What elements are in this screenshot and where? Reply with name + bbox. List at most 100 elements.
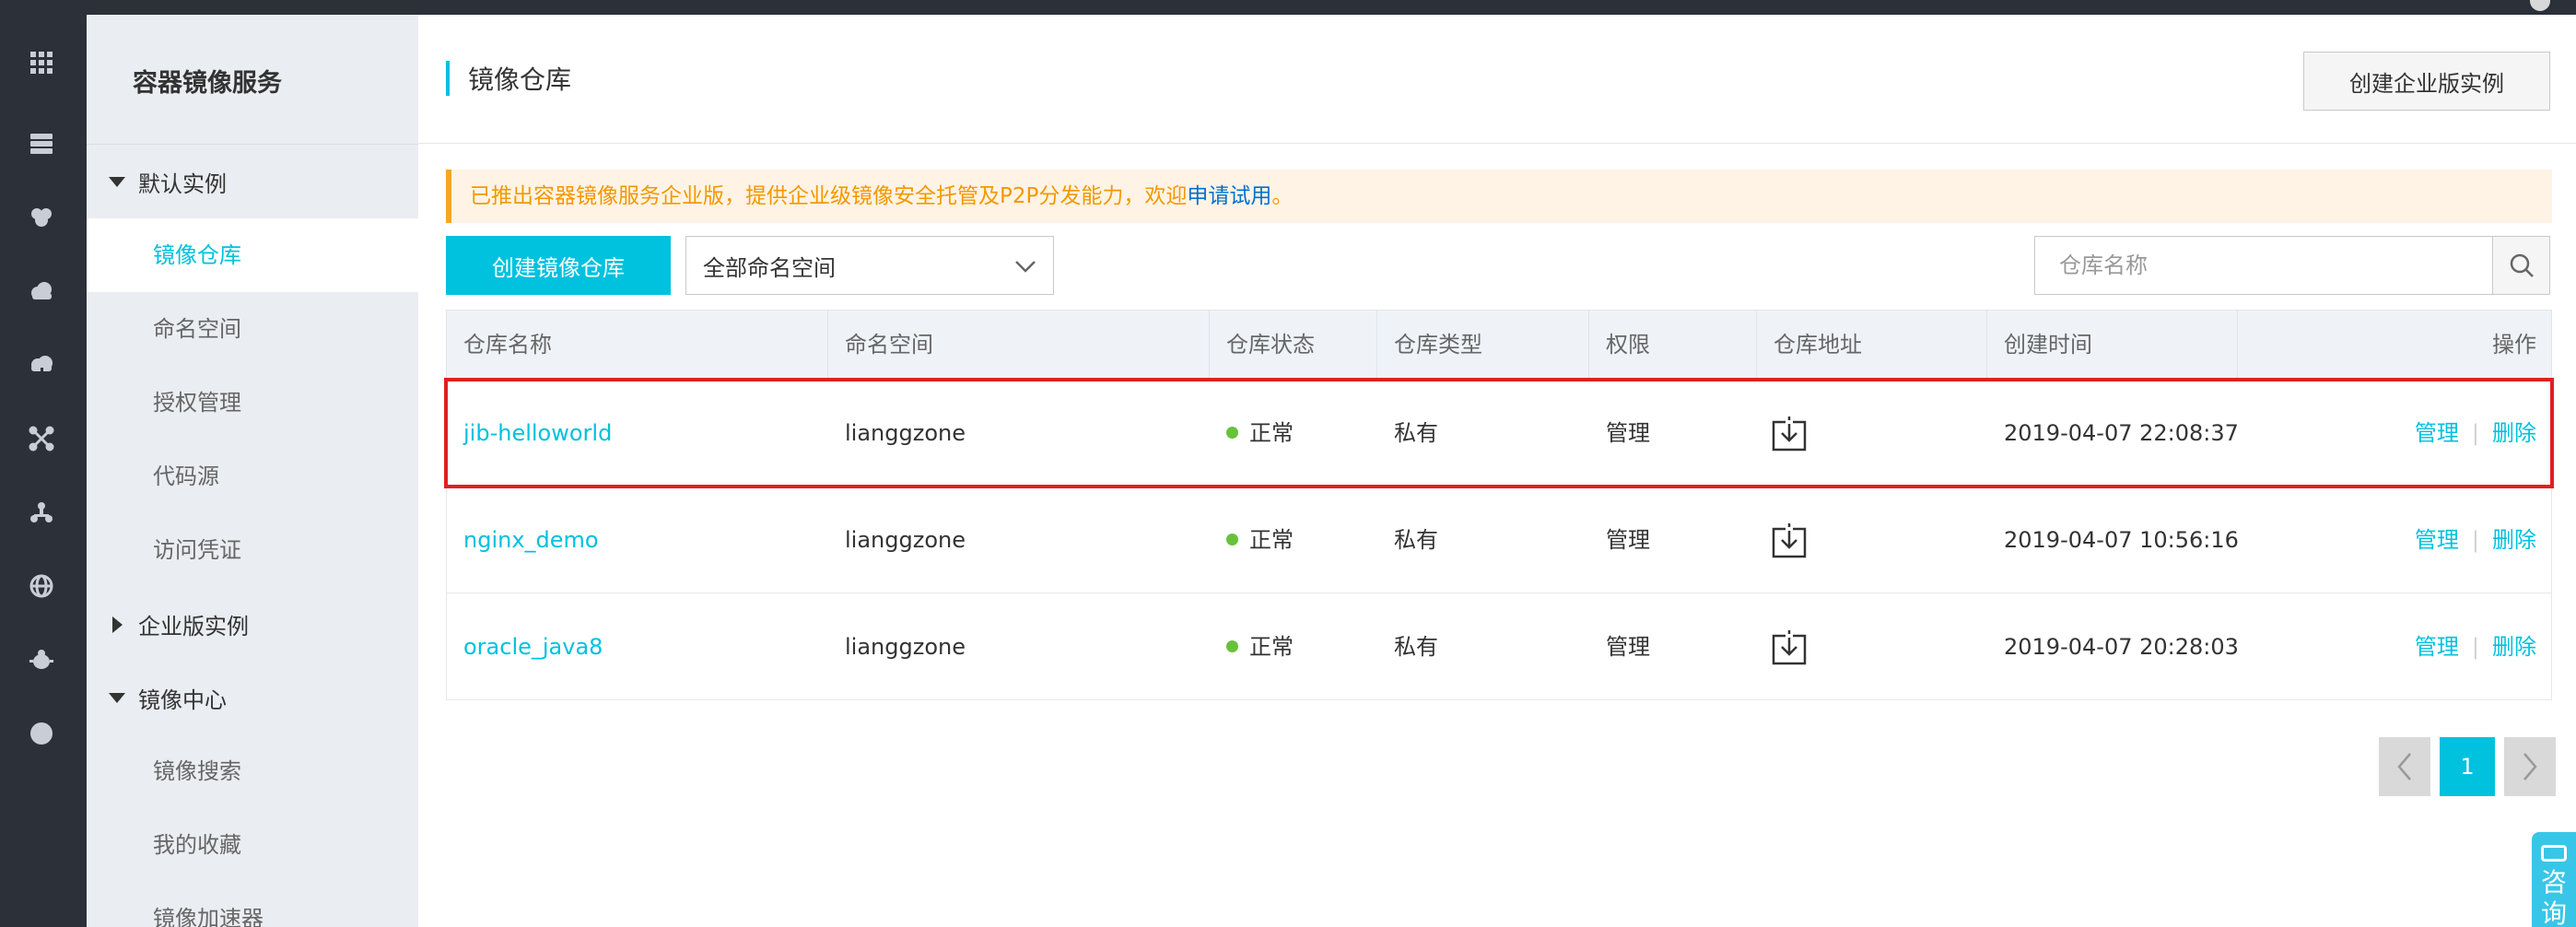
status-ok-dot [1226, 426, 1238, 439]
type-cell: 私有 [1394, 420, 1438, 446]
create-repository-button[interactable]: 创建镜像仓库 [446, 236, 671, 295]
status-ok-dot [1226, 533, 1238, 546]
sidebar-item-namespaces[interactable]: 命名空间 [87, 292, 418, 366]
page-header: 镜像仓库 创建企业版实例 [418, 15, 2576, 144]
globe-icon[interactable] [25, 569, 58, 603]
sidebar: 容器镜像服务 默认实例 镜像仓库 命名空间 授权管理 代码源 访问凭证 企业版实… [87, 15, 418, 927]
namespace-cell: lianggzone [845, 527, 966, 553]
apps-grid-icon[interactable] [25, 46, 58, 79]
create-enterprise-instance-button[interactable]: 创建企业版实例 [2303, 52, 2550, 111]
download-address-icon[interactable] [1772, 628, 1807, 665]
network-icon[interactable] [25, 422, 58, 455]
notice-text: 已推出容器镜像服务企业版，提供企业级镜像安全托管及P2P分发能力，欢迎 [470, 184, 1188, 208]
bug-icon[interactable] [25, 643, 58, 676]
notice-banner: 已推出容器镜像服务企业版，提供企业级镜像安全托管及P2P分发能力，欢迎申请试用。 [446, 170, 2552, 223]
download-address-icon[interactable] [1772, 522, 1807, 558]
repository-name-link[interactable]: oracle_java8 [447, 593, 603, 700]
permission-cell: 管理 [1606, 634, 1650, 660]
manage-link[interactable]: 管理 [2415, 634, 2459, 660]
repository-name-link[interactable]: jib-helloworld [447, 380, 612, 487]
server-icon[interactable] [25, 127, 58, 160]
repository-search [2034, 236, 2550, 295]
next-page-button[interactable] [2504, 737, 2556, 796]
status-cell: 正常 [1210, 593, 1294, 700]
status-text: 正常 [1249, 420, 1294, 446]
apply-trial-link[interactable]: 申请试用 [1187, 184, 1271, 208]
type-cell: 私有 [1394, 634, 1438, 660]
table-header: 仓库名称 命名空间 仓库状态 仓库类型 权限 仓库地址 创建时间 操作 [446, 310, 2552, 380]
sidebar-item-favorites[interactable]: 我的收藏 [87, 808, 418, 882]
action-separator: | [2471, 527, 2479, 553]
sidebar-item-code-source[interactable]: 代码源 [87, 440, 418, 513]
cloud-icon[interactable] [25, 275, 58, 308]
created-time-cell: 2019-04-07 10:56:16 [2004, 527, 2239, 553]
manage-link[interactable]: 管理 [2415, 420, 2459, 446]
permission-cell: 管理 [1606, 420, 1650, 446]
table-row: oracle_java8 lianggzone 正常 私有 管理 2019-04… [446, 593, 2552, 700]
brain-icon[interactable] [25, 201, 58, 234]
action-separator: | [2471, 634, 2479, 660]
page-1-button[interactable]: 1 [2440, 737, 2495, 796]
column-header-name: 仓库名称 [447, 311, 828, 379]
column-header-actions: 操作 [2492, 332, 2536, 358]
prev-page-button[interactable] [2379, 737, 2430, 796]
search-button[interactable] [2492, 237, 2549, 294]
status-text: 正常 [1249, 527, 1294, 553]
search-icon [2510, 253, 2534, 277]
sidebar-item-accelerator[interactable]: 镜像加速器 [87, 882, 418, 927]
manage-link[interactable]: 管理 [2415, 527, 2459, 553]
sidebar-group-image-center[interactable]: 镜像中心 [109, 682, 227, 714]
delete-link[interactable]: 删除 [2492, 527, 2536, 553]
column-header-address: 仓库地址 [1757, 311, 1987, 379]
sidebar-group-default-instance[interactable]: 默认实例 [109, 166, 227, 198]
circle-icon[interactable] [25, 717, 58, 750]
caret-down-icon [109, 177, 125, 187]
pagination: 1 [2379, 737, 2556, 796]
chevron-left-icon [2397, 753, 2411, 780]
namespace-cell: lianggzone [845, 420, 966, 446]
sidebar-group-enterprise-instance[interactable]: 企业版实例 [109, 608, 249, 640]
delete-link[interactable]: 删除 [2492, 420, 2536, 446]
status-ok-dot [1226, 640, 1238, 652]
product-icon-rail [0, 15, 87, 927]
permission-cell: 管理 [1606, 527, 1650, 553]
top-nav-bar [0, 0, 2576, 15]
namespace-cell: lianggzone [845, 634, 966, 660]
notice-suffix: 。 [1271, 184, 1294, 208]
namespace-select[interactable]: 全部命名空间 [685, 236, 1054, 295]
column-header-type: 仓库类型 [1377, 311, 1589, 379]
user-avatar[interactable] [2530, 0, 2550, 11]
delete-link[interactable]: 删除 [2492, 634, 2536, 660]
sidebar-group-label: 镜像中心 [138, 687, 227, 713]
chevron-right-icon [2523, 753, 2537, 780]
search-input[interactable] [2035, 237, 2490, 294]
repository-table: 仓库名称 命名空间 仓库状态 仓库类型 权限 仓库地址 创建时间 操作 jib-… [444, 310, 2554, 700]
column-header-permission: 权限 [1589, 311, 1757, 379]
type-cell: 私有 [1394, 527, 1438, 553]
consult-float-button[interactable]: 咨询 [2532, 832, 2576, 927]
status-text: 正常 [1249, 634, 1294, 660]
repository-name-link[interactable]: nginx_demo [447, 487, 599, 593]
chevron-down-icon [1015, 261, 1036, 273]
download-address-icon[interactable] [1772, 415, 1807, 452]
sidebar-group-label: 企业版实例 [138, 614, 249, 640]
sidebar-title: 容器镜像服务 [133, 69, 282, 98]
sidebar-item-access-credentials[interactable]: 访问凭证 [87, 513, 418, 587]
sidebar-group-label: 默认实例 [138, 171, 227, 197]
column-header-created: 创建时间 [1987, 311, 2238, 379]
sidebar-item-repositories[interactable]: 镜像仓库 [87, 218, 418, 292]
created-time-cell: 2019-04-07 20:28:03 [2004, 634, 2239, 660]
caret-down-icon [109, 693, 125, 703]
main-content: 镜像仓库 创建企业版实例 已推出容器镜像服务企业版，提供企业级镜像安全托管及P2… [418, 15, 2576, 927]
action-separator: | [2471, 420, 2479, 446]
page-title: 镜像仓库 [468, 65, 572, 95]
sidebar-item-image-search[interactable]: 镜像搜索 [87, 734, 418, 808]
sidebar-item-authorization[interactable]: 授权管理 [87, 366, 418, 440]
row-actions: 管理 | 删除 [2415, 593, 2536, 700]
cloud-sync-icon[interactable] [25, 348, 58, 381]
consult-label: 咨询 [2541, 867, 2568, 927]
title-accent-bar [446, 61, 450, 96]
cluster-icon[interactable] [25, 496, 58, 529]
caret-right-icon [112, 616, 123, 633]
divider [87, 144, 418, 145]
